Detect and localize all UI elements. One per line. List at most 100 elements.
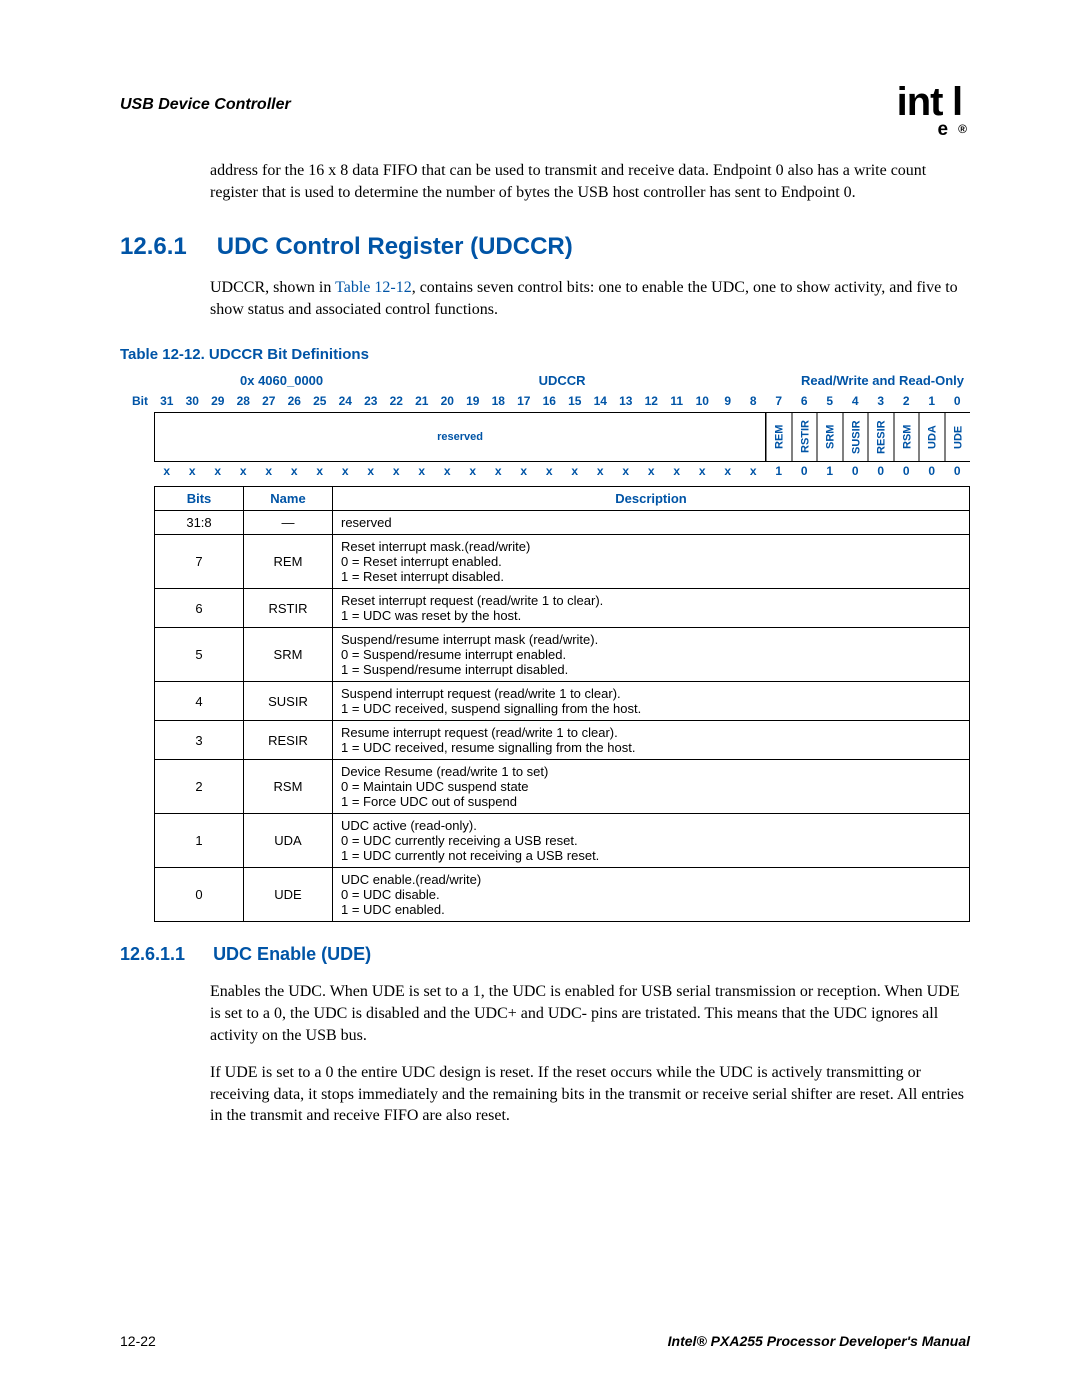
register-diagram: 0x 4060_0000 UDCCR Read/Write and Read-O… [120,373,970,478]
reset-value: x [664,464,690,478]
section-heading: 12.6.1 UDC Control Register (UDCCR) [120,233,970,261]
cell-desc: Suspend interrupt request (read/write 1 … [333,682,970,721]
reset-value: x [562,464,588,478]
subsection-number: 12.6.1.1 [120,944,185,965]
reset-value: x [741,464,767,478]
register-name: UDCCR [539,373,586,388]
bit-number: 15 [562,394,588,408]
reset-value: x [180,464,206,478]
field-resir: RESIR [868,413,894,461]
cell-name: SUSIR [244,682,333,721]
subsection-title: UDC Enable (UDE) [213,944,371,965]
reset-value: 0 [945,464,971,478]
bit-number: 20 [435,394,461,408]
cell-desc: reserved [333,511,970,535]
bit-fields-row: reserved REM RSTIR SRM SUSIR RESIR RSM U… [154,412,970,462]
field-srm: SRM [817,413,843,461]
bit-number: 3 [868,394,894,408]
reset-value: x [154,464,180,478]
table-row: 5SRMSuspend/resume interrupt mask (read/… [155,628,970,682]
bit-number: 11 [664,394,690,408]
reset-value: x [690,464,716,478]
bit-number: 28 [231,394,257,408]
field-reserved: reserved [154,413,766,461]
cell-bits: 5 [155,628,244,682]
cell-bits: 2 [155,760,244,814]
table-row: 1UDAUDC active (read-only). 0 = UDC curr… [155,814,970,868]
th-desc: Description [333,487,970,511]
bit-number: 14 [588,394,614,408]
bit-number: 10 [690,394,716,408]
bit-number: 2 [894,394,920,408]
cell-desc: UDC enable.(read/write) 0 = UDC disable.… [333,868,970,922]
cell-name: SRM [244,628,333,682]
bit-number: 27 [256,394,282,408]
reset-value: x [282,464,308,478]
field-uda: UDA [919,413,945,461]
cell-desc: Reset interrupt mask.(read/write) 0 = Re… [333,535,970,589]
bit-number: 12 [639,394,665,408]
reset-value: 1 [766,464,792,478]
bit-number: 31 [154,394,180,408]
bit-number: 17 [511,394,537,408]
table-row: 4SUSIRSuspend interrupt request (read/wr… [155,682,970,721]
cell-bits: 0 [155,868,244,922]
cell-bits: 1 [155,814,244,868]
cell-desc: UDC active (read-only). 0 = UDC currentl… [333,814,970,868]
bit-number: 6 [792,394,818,408]
intro-paragraph: address for the 16 x 8 data FIFO that ca… [210,160,970,203]
page-header: USB Device Controller intel® [120,80,970,130]
table-row: 2RSMDevice Resume (read/write 1 to set) … [155,760,970,814]
reset-value: 0 [894,464,920,478]
bit-number: 8 [741,394,767,408]
cell-bits: 31:8 [155,511,244,535]
bit-number: 16 [537,394,563,408]
cell-bits: 6 [155,589,244,628]
subsection-heading: 12.6.1.1 UDC Enable (UDE) [120,944,970,965]
subsection-para-1: Enables the UDC. When UDE is set to a 1,… [210,981,970,1046]
page-number: 12-22 [120,1333,156,1349]
reset-value: x [358,464,384,478]
reset-value: x [715,464,741,478]
table-row: 0UDEUDC enable.(read/write) 0 = UDC disa… [155,868,970,922]
cell-desc: Suspend/resume interrupt mask (read/writ… [333,628,970,682]
reset-value: x [409,464,435,478]
table-caption: Table 12-12. UDCCR Bit Definitions [120,346,970,363]
bit-number: 9 [715,394,741,408]
reset-value: x [384,464,410,478]
subsection-para-2: If UDE is set to a 0 the entire UDC desi… [210,1062,970,1127]
register-access: Read/Write and Read-Only [801,373,964,388]
reset-value: 1 [817,464,843,478]
header-chapter-title: USB Device Controller [120,96,291,114]
bit-number: 25 [307,394,333,408]
field-rstir: RSTIR [792,413,818,461]
table-cross-reference[interactable]: Table 12-12 [335,279,412,296]
bit-number: 19 [460,394,486,408]
reset-value: x [639,464,665,478]
cell-name: — [244,511,333,535]
reset-value: 0 [792,464,818,478]
intel-logo: intel® [897,80,970,130]
field-susir: SUSIR [843,413,869,461]
reset-value: x [588,464,614,478]
th-name: Name [244,487,333,511]
cell-desc: Reset interrupt request (read/write 1 to… [333,589,970,628]
cell-name: RSTIR [244,589,333,628]
table-row: 6RSTIRReset interrupt request (read/writ… [155,589,970,628]
reset-value: 0 [843,464,869,478]
page-footer: 12-22 Intel® PXA255 Processor Developer'… [120,1333,970,1349]
bit-number: 18 [486,394,512,408]
bit-number: 5 [817,394,843,408]
cell-name: RSM [244,760,333,814]
field-rsm: RSM [894,413,920,461]
table-row: 7REMReset interrupt mask.(read/write) 0 … [155,535,970,589]
reset-value: x [486,464,512,478]
section-number: 12.6.1 [120,233,187,261]
section-paragraph: UDCCR, shown in Table 12-12, contains se… [210,277,970,320]
register-address: 0x 4060_0000 [240,373,323,388]
field-ude: UDE [945,413,971,461]
bit-number: 23 [358,394,384,408]
bit-numbers-row: 3130292827262524232221201918171615141312… [154,394,970,408]
reset-value: x [205,464,231,478]
reset-value: 0 [868,464,894,478]
